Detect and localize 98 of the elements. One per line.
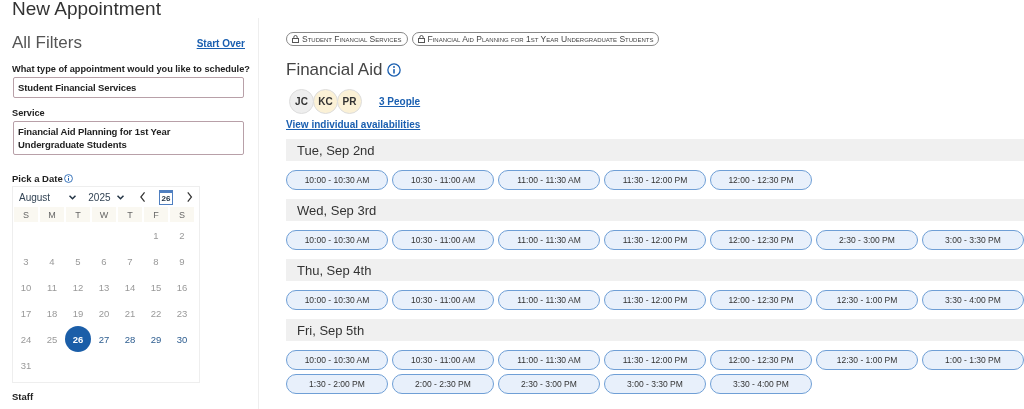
- section-heading: Financial Aid: [286, 60, 383, 80]
- dropdown-caret-icon: [116, 194, 124, 200]
- weekday-label: M: [40, 207, 64, 222]
- time-slot[interactable]: 10:30 - 11:00 AM: [392, 170, 494, 190]
- info-icon[interactable]: [63, 174, 73, 183]
- calendar-day: 17: [13, 300, 39, 326]
- time-slot[interactable]: 2:30 - 3:00 PM: [816, 230, 918, 250]
- weekday-label: T: [66, 207, 90, 222]
- field-label: What type of appointment would you like to schedule?: [12, 64, 251, 74]
- day-title: Fri, Sep 5th: [297, 322, 365, 338]
- calendar-day: 25: [39, 326, 65, 352]
- time-slot[interactable]: 1:30 - 2:00 PM: [286, 374, 388, 394]
- weekday-label: T: [118, 207, 142, 222]
- time-slot[interactable]: 3:30 - 4:00 PM: [710, 374, 812, 394]
- dropdown-caret-icon: [69, 194, 77, 200]
- field-label: Staff: [12, 391, 35, 402]
- people-link[interactable]: 3 People: [379, 96, 421, 107]
- calendar-day: 10: [13, 274, 39, 300]
- month-select[interactable]: August: [19, 191, 77, 203]
- time-slot[interactable]: 2:00 - 2:30 PM: [392, 374, 494, 394]
- day-title: Thu, Sep 4th: [297, 262, 372, 278]
- time-slot[interactable]: 10:30 - 11:00 AM: [392, 350, 494, 370]
- time-slot[interactable]: 3:00 - 3:30 PM: [604, 374, 706, 394]
- calendar-day: 18: [39, 300, 65, 326]
- time-slot[interactable]: 10:00 - 10:30 AM: [286, 350, 388, 370]
- start-over-link[interactable]: Start Over: [196, 37, 245, 49]
- calendar-day: 13: [91, 274, 117, 300]
- calendar-day: 24: [13, 326, 39, 352]
- avatar: KC: [313, 89, 338, 114]
- calendar-day: 31: [13, 352, 39, 378]
- time-slot[interactable]: 12:30 - 1:00 PM: [816, 290, 918, 310]
- weekday-label: F: [144, 207, 168, 222]
- weekday-label: S: [170, 207, 194, 222]
- calendar-day: 21: [117, 300, 143, 326]
- page-title: New Appointment: [11, 0, 162, 18]
- time-slot[interactable]: 11:30 - 12:00 PM: [604, 170, 706, 190]
- year-select[interactable]: 2025: [88, 191, 124, 203]
- calendar-day: 16: [169, 274, 195, 300]
- time-slot[interactable]: 10:30 - 11:00 AM: [392, 290, 494, 310]
- avatar: PR: [337, 89, 362, 114]
- calendar-day[interactable]: 30: [169, 326, 195, 352]
- time-slot[interactable]: 10:00 - 10:30 AM: [286, 290, 388, 310]
- avatar: JC: [289, 89, 314, 114]
- time-slot[interactable]: 11:00 - 11:30 AM: [498, 170, 600, 190]
- lock-icon: [292, 35, 299, 43]
- time-slot[interactable]: 10:30 - 11:00 AM: [392, 230, 494, 250]
- calendar-day[interactable]: 26: [65, 326, 91, 352]
- calendar-day: 6: [91, 248, 117, 274]
- calendar-day: 5: [65, 248, 91, 274]
- calendar-day: 22: [143, 300, 169, 326]
- time-slot[interactable]: 12:00 - 12:30 PM: [710, 350, 812, 370]
- time-slot[interactable]: 12:30 - 1:00 PM: [816, 350, 918, 370]
- time-slot[interactable]: 12:00 - 12:30 PM: [710, 230, 812, 250]
- calendar-day: 2: [169, 222, 195, 248]
- filters-title: All Filters: [12, 33, 82, 53]
- calendar-day[interactable]: 27: [91, 326, 117, 352]
- field-label: Service: [12, 108, 46, 118]
- time-slot[interactable]: 1:00 - 1:30 PM: [922, 350, 1024, 370]
- calendar-day: 14: [117, 274, 143, 300]
- select-field[interactable]: Financial Aid Planning for 1st Year Undergraduate Students: [13, 121, 244, 155]
- time-slot[interactable]: 11:30 - 12:00 PM: [604, 350, 706, 370]
- calendar-day: 12: [65, 274, 91, 300]
- time-slot[interactable]: 11:00 - 11:30 AM: [498, 350, 600, 370]
- select-field[interactable]: Student Financial Services: [13, 77, 244, 98]
- day-title: Tue, Sep 2nd: [297, 142, 375, 158]
- availability-link[interactable]: View individual availabilities: [286, 119, 421, 130]
- time-slot[interactable]: 11:30 - 12:00 PM: [604, 290, 706, 310]
- time-slot[interactable]: 3:30 - 4:00 PM: [922, 290, 1024, 310]
- calendar-day[interactable]: 29: [143, 326, 169, 352]
- day-title: Wed, Sep 3rd: [297, 202, 377, 218]
- time-slot[interactable]: 3:00 - 3:30 PM: [922, 230, 1024, 250]
- time-slot[interactable]: 12:00 - 12:30 PM: [710, 290, 812, 310]
- calendar-day: 1: [143, 222, 169, 248]
- calendar-day: 11: [39, 274, 65, 300]
- field-label: Pick a Date: [12, 173, 63, 184]
- time-slot[interactable]: 12:00 - 12:30 PM: [710, 170, 812, 190]
- calendar-day: 20: [91, 300, 117, 326]
- time-slot[interactable]: 11:00 - 11:30 AM: [498, 230, 600, 250]
- weekday-label: W: [92, 207, 116, 222]
- info-icon[interactable]: [387, 63, 402, 77]
- calendar-day: 3: [13, 248, 39, 274]
- time-slot[interactable]: 2:30 - 3:00 PM: [498, 374, 600, 394]
- calendar-day: 7: [117, 248, 143, 274]
- lock-icon: [417, 35, 425, 43]
- time-slot[interactable]: 11:00 - 11:30 AM: [498, 290, 600, 310]
- calendar-day: 19: [65, 300, 91, 326]
- calendar-day: 8: [143, 248, 169, 274]
- calendar-day[interactable]: 28: [117, 326, 143, 352]
- calendar-day: 4: [39, 248, 65, 274]
- weekday-label: S: [14, 207, 38, 222]
- today-button[interactable]: 26: [158, 189, 173, 205]
- time-slot[interactable]: 10:00 - 10:30 AM: [286, 230, 388, 250]
- calendar-day: 15: [143, 274, 169, 300]
- previous-icon[interactable]: [138, 191, 148, 203]
- calendar-day: 23: [169, 300, 195, 326]
- time-slot[interactable]: 10:00 - 10:30 AM: [286, 170, 388, 190]
- calendar-day: 9: [169, 248, 195, 274]
- time-slot[interactable]: 11:30 - 12:00 PM: [604, 230, 706, 250]
